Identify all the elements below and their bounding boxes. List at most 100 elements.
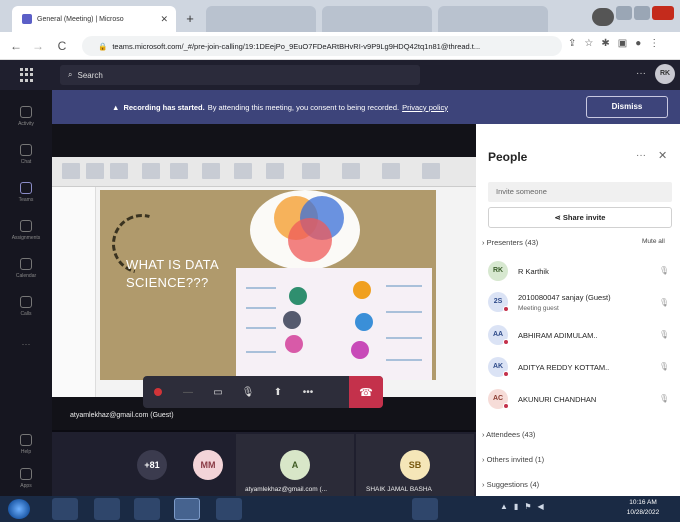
presenters-label: Presenters (43): [486, 238, 539, 247]
browser-tab-title: General (Meeting) | Microso: [37, 15, 124, 23]
chevron-right-icon: ›: [482, 430, 485, 439]
rail-more-apps[interactable]: ···: [8, 326, 44, 362]
taskbar-chrome-icon[interactable]: [174, 498, 200, 520]
rail-label: Chat: [20, 158, 32, 165]
privacy-policy-link[interactable]: Privacy policy: [402, 103, 448, 112]
others-invited-label: Others invited (1): [486, 455, 545, 464]
sidepanel-icon[interactable]: ▣: [618, 38, 627, 49]
browser-toolbar-icons: ⇪ ☆ ✱ ▣ ● ⋮: [568, 38, 659, 49]
rail-label: Activity: [18, 120, 34, 127]
clock-time: 10:16 AM: [629, 499, 657, 506]
taskbar-excel-icon[interactable]: [134, 498, 160, 520]
person-name: ADITYA REDDY KOTTAM..: [518, 363, 610, 372]
share-invite-label: Share invite: [562, 213, 606, 222]
more-dots-icon: •••: [302, 386, 314, 398]
more-actions-button[interactable]: •••: [293, 376, 323, 408]
assignments-icon: [20, 219, 32, 232]
browser-tab-teams[interactable]: General (Meeting) | Microso ✕: [12, 6, 176, 32]
status-dot: [503, 371, 509, 377]
others-invited-section-toggle[interactable]: › Others invited (1): [482, 455, 544, 464]
close-tab-icon[interactable]: ✕: [160, 14, 168, 25]
search-placeholder: Search: [77, 70, 103, 80]
window-close-icon[interactable]: [652, 6, 674, 20]
taskbar-vlc-icon[interactable]: [216, 498, 242, 520]
rail-chat[interactable]: Chat: [8, 136, 44, 172]
mic-off-icon: 🎙: [659, 298, 670, 307]
rail-label: Apps: [20, 482, 32, 489]
share-button[interactable]: ⬆: [263, 376, 293, 408]
camera-button[interactable]: ▭: [203, 376, 233, 408]
share-page-icon[interactable]: ⇪: [568, 38, 576, 49]
bookmark-star-icon[interactable]: ☆: [584, 38, 593, 49]
taskbar-app-icon[interactable]: [412, 498, 438, 520]
system-tray: ▲ ▮ ⚑ ◀: [500, 502, 544, 511]
address-bar[interactable]: 🔒 teams.microsoft.com/_#/pre-join-callin…: [82, 36, 562, 56]
phone-icon: [20, 295, 32, 308]
user-avatar[interactable]: RK: [655, 64, 675, 84]
rail-calls[interactable]: Calls: [8, 288, 44, 324]
rail-calendar[interactable]: Calendar: [8, 250, 44, 286]
recording-banner-message: By attending this meeting, you consent t…: [207, 102, 400, 112]
rail-apps[interactable]: Apps: [8, 460, 44, 496]
rail-activity[interactable]: Activity: [8, 98, 44, 134]
venn-diagram: [274, 196, 344, 262]
taskbar-explorer-icon[interactable]: [52, 498, 78, 520]
browser-menu-icon[interactable]: ⋮: [649, 38, 659, 49]
person-name: ABHIRAM ADIMULAM..: [518, 331, 598, 340]
tray-volume-icon[interactable]: ◀: [538, 502, 544, 511]
rail-help[interactable]: Help: [8, 426, 44, 462]
extensions-icon[interactable]: ✱: [601, 38, 609, 49]
calendar-icon: [20, 257, 32, 270]
rail-assignments[interactable]: Assignments: [8, 212, 44, 248]
browser-toolbar: ← → C 🔒 teams.microsoft.com/_#/pre-join-…: [0, 32, 680, 60]
minimize-icon[interactable]: [616, 6, 632, 20]
tray-flag-icon[interactable]: ⚑: [524, 502, 531, 511]
presenters-section-toggle[interactable]: › Presenters (43): [482, 238, 538, 247]
rail-teams[interactable]: Teams: [8, 174, 44, 210]
status-dot: [503, 403, 509, 409]
overflow-participants[interactable]: +81: [137, 450, 167, 480]
camera-off-icon: ▭: [213, 386, 223, 398]
app-launcher-icon[interactable]: [20, 68, 34, 82]
chevron-right-icon: ›: [482, 455, 485, 464]
lock-icon: 🔒: [98, 41, 108, 51]
start-button[interactable]: [8, 499, 30, 519]
mic-off-icon: 🎙: [659, 394, 670, 403]
mic-off-icon: 🎙: [659, 362, 670, 371]
taskbar-media-icon[interactable]: [94, 498, 120, 520]
close-panel-icon[interactable]: ✕: [658, 149, 667, 162]
search-box[interactable]: ⌕ Search: [60, 65, 420, 85]
participant-avatar: A: [280, 450, 310, 480]
profile-icon[interactable]: ●: [635, 38, 641, 49]
new-tab-button[interactable]: +: [182, 11, 198, 27]
rail-label: Teams: [18, 196, 34, 203]
invite-someone-input[interactable]: Invite someone: [488, 182, 672, 202]
share-tray-icon: ⬆: [273, 386, 283, 398]
mic-button[interactable]: 🎙: [233, 376, 263, 408]
browser-tab-blurred-3[interactable]: [438, 6, 548, 32]
browser-tab-blurred-2[interactable]: [322, 6, 432, 32]
browser-profile-icon[interactable]: [592, 8, 614, 26]
clock-date: 10/28/2022: [626, 509, 660, 516]
rail-label: Calls: [20, 310, 32, 317]
settings-more-icon[interactable]: ···: [636, 68, 646, 79]
rail-label: Help: [20, 448, 32, 455]
forward-button[interactable]: →: [30, 38, 46, 54]
mute-all-button[interactable]: Mute all: [642, 238, 665, 245]
share-invite-button[interactable]: ⋖ Share invite: [488, 207, 672, 228]
tray-network-icon[interactable]: ▮: [514, 502, 518, 511]
back-button[interactable]: ←: [8, 38, 24, 54]
maximize-icon[interactable]: [634, 6, 650, 20]
taskbar-clock[interactable]: 10:16 AM 10/28/2022: [616, 498, 670, 518]
leave-call-button[interactable]: ☎: [349, 376, 383, 408]
reload-button[interactable]: C: [54, 38, 70, 54]
people-more-button[interactable]: ···: [636, 150, 646, 161]
rail-label: Assignments: [11, 234, 41, 241]
browser-tab-blurred-1[interactable]: [206, 6, 316, 32]
tray-chevron-icon[interactable]: ▲: [500, 502, 508, 511]
chevron-down-icon: ›: [482, 238, 485, 247]
attendees-section-toggle[interactable]: › Attendees (43): [482, 430, 535, 439]
suggestions-section-toggle[interactable]: › Suggestions (4): [482, 480, 539, 489]
dismiss-button[interactable]: Dismiss: [586, 96, 668, 118]
people-title: People: [488, 150, 528, 164]
